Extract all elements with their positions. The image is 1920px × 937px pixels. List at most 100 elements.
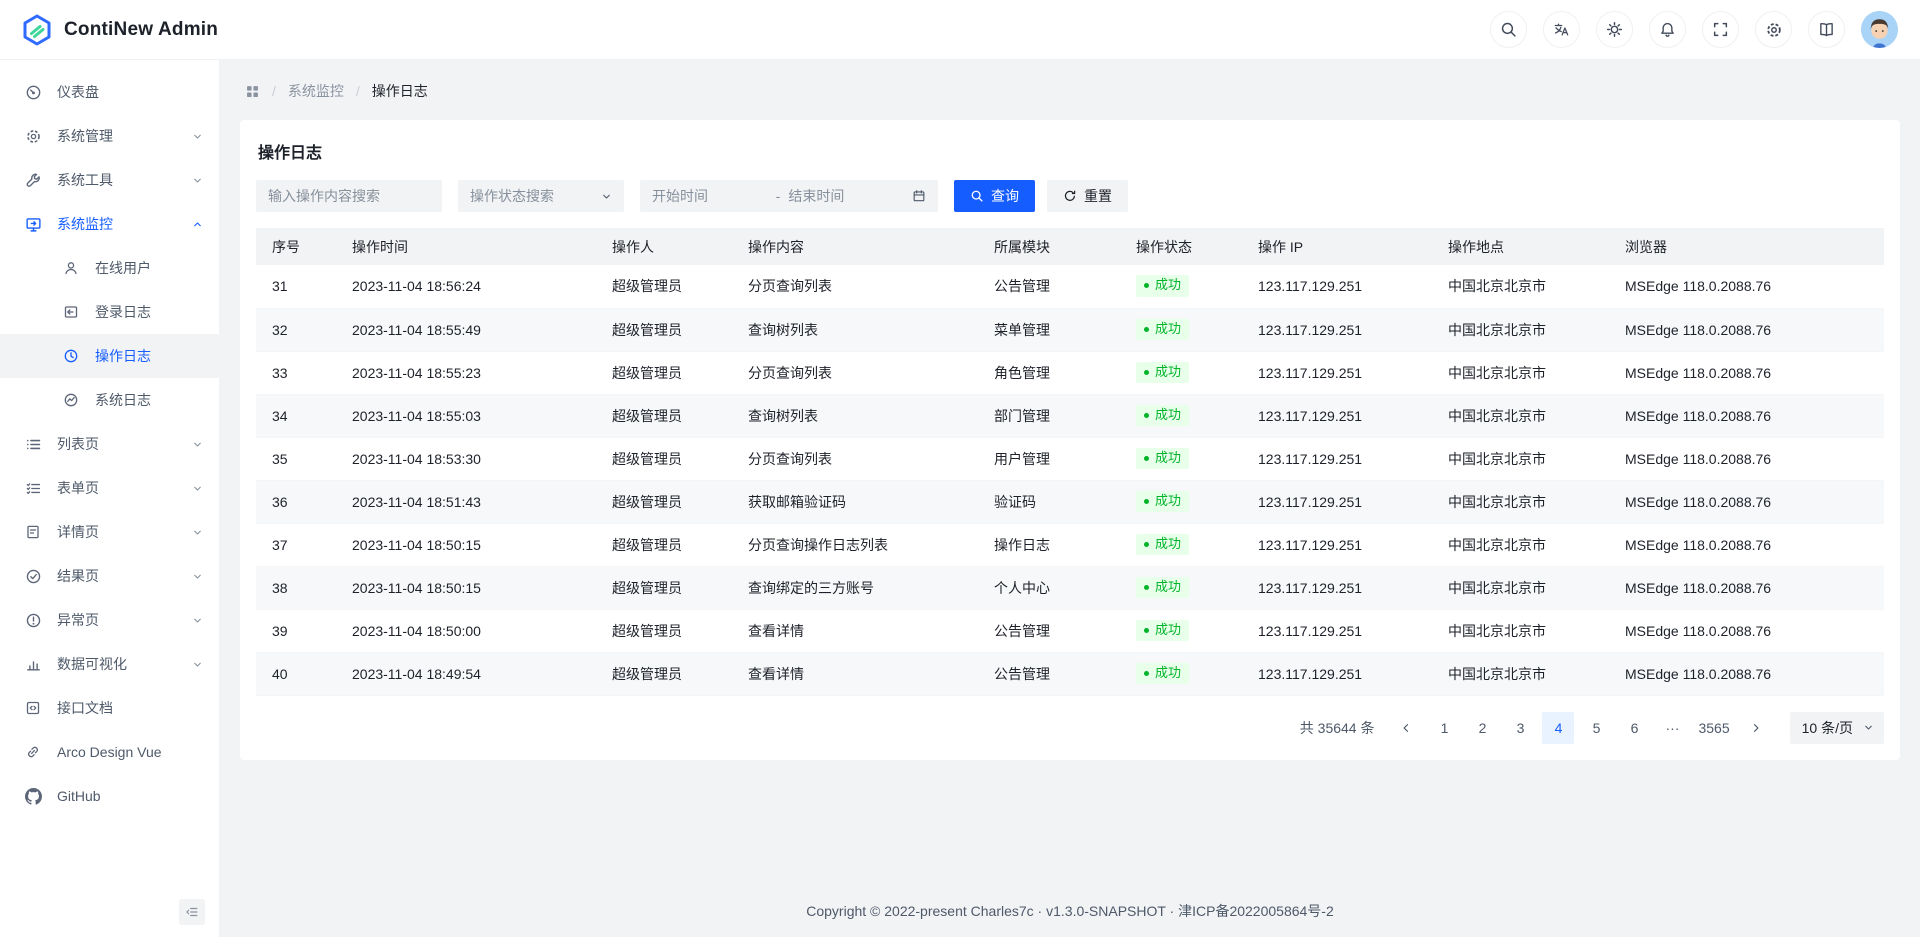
sidebar-item-label: Arco Design Vue — [57, 744, 162, 760]
search-button[interactable] — [1490, 11, 1527, 48]
sidebar-item-system-log[interactable]: 系统日志 — [0, 378, 219, 422]
pagination-total: 共 35644 条 — [1300, 718, 1375, 738]
cell-location: 中国北京北京市 — [1432, 652, 1609, 695]
document-icon — [25, 524, 42, 541]
notifications-button[interactable] — [1649, 11, 1686, 48]
table-row[interactable]: 32 2023-11-04 18:55:49 超级管理员 查询树列表 菜单管理 … — [256, 308, 1884, 351]
book-icon — [1818, 21, 1835, 38]
cell-ip: 123.117.129.251 — [1242, 480, 1432, 523]
cell-module: 公告管理 — [978, 609, 1120, 652]
sidebar-item-arco-design-vue[interactable]: Arco Design Vue — [0, 730, 219, 774]
cell-content: 查看详情 — [732, 609, 978, 652]
pagination-page[interactable]: 1 — [1428, 712, 1460, 744]
column-header: 浏览器 — [1609, 228, 1884, 265]
sidebar-item-list-page[interactable]: 列表页 — [0, 422, 219, 466]
bar-chart-icon — [25, 656, 42, 673]
table-row[interactable]: 39 2023-11-04 18:50:00 超级管理员 查看详情 公告管理 成… — [256, 609, 1884, 652]
sidebar-item-system-management[interactable]: 系统管理 — [0, 114, 219, 158]
sidebar-item-operation-log[interactable]: 操作日志 — [0, 334, 219, 378]
cell-id: 32 — [256, 308, 336, 351]
content-search-input[interactable] — [268, 188, 430, 204]
content-search-field[interactable] — [256, 180, 442, 212]
cell-browser: MSEdge 118.0.2088.76 — [1609, 351, 1884, 394]
sidebar-collapse-button[interactable] — [179, 899, 205, 925]
cell-content: 获取邮箱验证码 — [732, 480, 978, 523]
brand[interactable]: ContiNew Admin — [20, 13, 218, 47]
cell-module: 部门管理 — [978, 394, 1120, 437]
cell-operator: 超级管理员 — [596, 308, 732, 351]
table-row[interactable]: 35 2023-11-04 18:53:30 超级管理员 分页查询列表 用户管理… — [256, 437, 1884, 480]
breadcrumb-item[interactable]: 系统监控 — [288, 81, 344, 101]
chevron-down-icon — [192, 615, 203, 626]
table-row[interactable]: 31 2023-11-04 18:56:24 超级管理员 分页查询列表 公告管理… — [256, 265, 1884, 308]
sidebar-item-dashboard[interactable]: 仪表盘 — [0, 70, 219, 114]
start-date-placeholder: 开始时间 — [652, 186, 768, 206]
date-range-picker[interactable]: 开始时间 - 结束时间 — [640, 180, 938, 212]
sidebar-item-label: 列表页 — [57, 434, 99, 454]
cell-time: 2023-11-04 18:51:43 — [336, 480, 596, 523]
user-avatar[interactable] — [1861, 11, 1898, 48]
cell-status: 成功 — [1120, 394, 1242, 437]
cell-module: 操作日志 — [978, 523, 1120, 566]
status-select[interactable]: 操作状态搜索 — [458, 180, 624, 212]
pagination-prev-button[interactable] — [1390, 712, 1422, 744]
table-row[interactable]: 37 2023-11-04 18:50:15 超级管理员 分页查询操作日志列表 … — [256, 523, 1884, 566]
search-button[interactable]: 查询 — [954, 180, 1035, 212]
theme-button[interactable] — [1596, 11, 1633, 48]
reset-button[interactable]: 重置 — [1047, 180, 1128, 212]
cell-id: 35 — [256, 437, 336, 480]
column-header: 操作时间 — [336, 228, 596, 265]
cell-content: 查询树列表 — [732, 394, 978, 437]
cell-time: 2023-11-04 18:50:15 — [336, 523, 596, 566]
cell-status: 成功 — [1120, 566, 1242, 609]
cell-id: 40 — [256, 652, 336, 695]
sidebar-item-exception-page[interactable]: 异常页 — [0, 598, 219, 642]
pagination-page[interactable]: 6 — [1618, 712, 1650, 744]
date-range-separator: - — [776, 188, 781, 204]
sidebar-item-label: 数据可视化 — [57, 654, 127, 674]
pagination-page[interactable]: 3 — [1504, 712, 1536, 744]
apps-grid-icon[interactable] — [245, 84, 260, 99]
cell-module: 用户管理 — [978, 437, 1120, 480]
fullscreen-button[interactable] — [1702, 11, 1739, 48]
docs-button[interactable] — [1808, 11, 1845, 48]
translate-button[interactable] — [1543, 11, 1580, 48]
pagination-page[interactable]: 2 — [1466, 712, 1498, 744]
sidebar-item-form-page[interactable]: 表单页 — [0, 466, 219, 510]
sidebar-item-detail-page[interactable]: 详情页 — [0, 510, 219, 554]
sidebar-item-api-docs[interactable]: 接口文档 — [0, 686, 219, 730]
pagination-next-button[interactable] — [1740, 712, 1772, 744]
cell-id: 39 — [256, 609, 336, 652]
sidebar-item-login-log[interactable]: 登录日志 — [0, 290, 219, 334]
search-button-label: 查询 — [991, 186, 1019, 206]
sidebar-item-system-tools[interactable]: 系统工具 — [0, 158, 219, 202]
table-row[interactable]: 40 2023-11-04 18:49:54 超级管理员 查看详情 公告管理 成… — [256, 652, 1884, 695]
cell-ip: 123.117.129.251 — [1242, 308, 1432, 351]
table-row[interactable]: 33 2023-11-04 18:55:23 超级管理员 分页查询列表 角色管理… — [256, 351, 1884, 394]
cell-operator: 超级管理员 — [596, 566, 732, 609]
sidebar-item-online-users[interactable]: 在线用户 — [0, 246, 219, 290]
status-dot-icon — [1144, 542, 1149, 547]
clock-history-icon — [63, 348, 80, 365]
cell-time: 2023-11-04 18:49:54 — [336, 652, 596, 695]
pagination-page-active[interactable]: 4 — [1542, 712, 1574, 744]
user-icon — [63, 260, 80, 277]
cell-content: 分页查询列表 — [732, 437, 978, 480]
page-size-select[interactable]: 10 条/页 — [1790, 712, 1884, 744]
table-row[interactable]: 34 2023-11-04 18:55:03 超级管理员 查询树列表 部门管理 … — [256, 394, 1884, 437]
settings-button[interactable] — [1755, 11, 1792, 48]
cell-operator: 超级管理员 — [596, 394, 732, 437]
cell-browser: MSEdge 118.0.2088.76 — [1609, 566, 1884, 609]
column-header: 操作人 — [596, 228, 732, 265]
sidebar-item-github[interactable]: GitHub — [0, 774, 219, 818]
pagination-page[interactable]: 5 — [1580, 712, 1612, 744]
table-row[interactable]: 38 2023-11-04 18:50:15 超级管理员 查询绑定的三方账号 个… — [256, 566, 1884, 609]
sidebar-item-result-page[interactable]: 结果页 — [0, 554, 219, 598]
cell-browser: MSEdge 118.0.2088.76 — [1609, 609, 1884, 652]
end-date-placeholder: 结束时间 — [788, 186, 904, 206]
status-badge: 成功 — [1136, 663, 1189, 685]
sidebar-item-data-visualization[interactable]: 数据可视化 — [0, 642, 219, 686]
table-row[interactable]: 36 2023-11-04 18:51:43 超级管理员 获取邮箱验证码 验证码… — [256, 480, 1884, 523]
pagination-page-last[interactable]: 3565 — [1694, 712, 1733, 744]
sidebar-item-system-monitor[interactable]: 系统监控 — [0, 202, 219, 246]
